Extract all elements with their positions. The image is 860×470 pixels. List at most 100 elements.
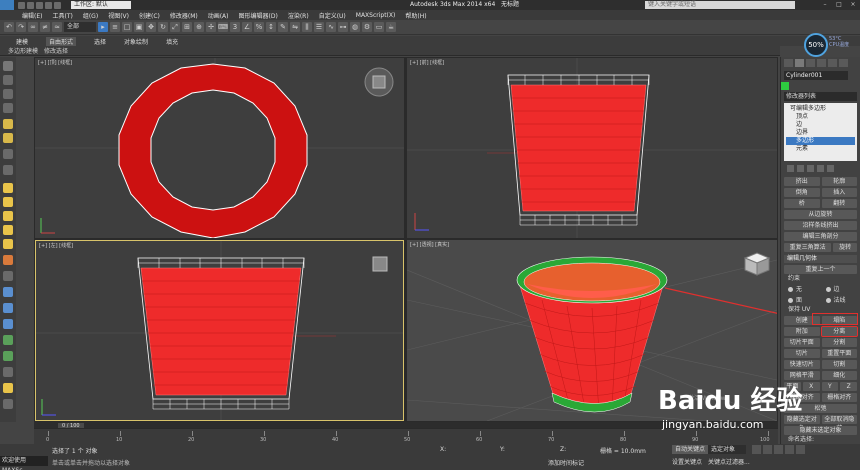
modifier-icon[interactable]: [3, 303, 13, 313]
selection-set-dropdown[interactable]: 选定对象: [708, 445, 746, 454]
configure-modifier-icon[interactable]: [827, 165, 834, 172]
extrude-along-spline-button[interactable]: 沿样条线挤出: [784, 221, 857, 230]
menu-group[interactable]: 组(G): [83, 11, 98, 20]
menu-rendering[interactable]: 渲染(R): [288, 11, 309, 20]
maximize-icon[interactable]: □: [832, 0, 846, 10]
constraint-edge-radio[interactable]: 边: [822, 285, 858, 294]
stack-item-editable-poly[interactable]: 可编辑多边形: [786, 105, 855, 113]
repeat-last-button[interactable]: 重复上一个: [784, 265, 857, 274]
manipulate-icon[interactable]: ✢: [206, 22, 216, 32]
helper-icon[interactable]: [3, 165, 13, 175]
detach-button[interactable]: 分离: [820, 326, 858, 337]
curve-editor-icon[interactable]: ∿: [326, 22, 336, 32]
retriangulate-button[interactable]: 重复三角算法: [784, 243, 832, 252]
slice-plane-button[interactable]: 切片平面: [784, 338, 820, 347]
quickslice-button[interactable]: 快速切片: [784, 360, 820, 369]
menu-help[interactable]: 帮助(H): [405, 11, 426, 20]
reset-plane-button[interactable]: 重置平面: [821, 349, 857, 358]
slice-button[interactable]: 切片: [784, 349, 820, 358]
redo-icon[interactable]: ↷: [16, 22, 26, 32]
list-icon[interactable]: [3, 75, 13, 85]
key-filters-button[interactable]: 关键点过滤器...: [708, 457, 750, 466]
menu-modifiers[interactable]: 修改器(M): [170, 11, 198, 20]
constraint-normal-radio[interactable]: 法线: [822, 296, 858, 305]
panel-modify-selection[interactable]: 修改选择: [44, 46, 68, 55]
hinge-from-edge-button[interactable]: 从边旋转: [784, 210, 857, 219]
snap-icon[interactable]: 3: [230, 22, 240, 32]
render-setup-icon[interactable]: ⚙: [362, 22, 372, 32]
panel-poly-modeling[interactable]: 多边形建模: [8, 46, 38, 55]
rect-selection-icon[interactable]: □: [122, 22, 132, 32]
light-icon[interactable]: [3, 119, 13, 129]
extrude-button[interactable]: 挤出: [784, 177, 820, 186]
search-input[interactable]: 键入关键字或短语: [645, 1, 795, 9]
show-end-result-icon[interactable]: [797, 165, 804, 172]
viewport-label[interactable]: [+] [左] [线框]: [39, 242, 73, 249]
tab-freeform[interactable]: 自由形式: [46, 36, 77, 46]
render-frame-icon[interactable]: ▭: [374, 22, 384, 32]
named-selection-icon[interactable]: ✎: [278, 22, 288, 32]
menu-animation[interactable]: 动画(A): [208, 11, 229, 20]
box-icon[interactable]: [3, 183, 13, 193]
redo-icon[interactable]: [54, 1, 61, 9]
pin-stack-icon[interactable]: [787, 165, 794, 172]
torus-icon[interactable]: [3, 239, 13, 249]
spline-icon[interactable]: [3, 271, 13, 281]
menu-graph-editors[interactable]: 图形编辑器(D): [239, 11, 278, 20]
motion-tab-icon[interactable]: [817, 59, 826, 67]
open-icon[interactable]: [27, 1, 34, 9]
edit-triangulation-button[interactable]: 编辑三角剖分: [784, 232, 857, 241]
play-icon[interactable]: [774, 445, 783, 454]
utility-icon[interactable]: [3, 367, 13, 377]
tab-selection[interactable]: 选择: [94, 37, 106, 46]
create-tab-icon[interactable]: [784, 59, 793, 67]
stack-item-border[interactable]: 边界: [786, 129, 855, 137]
turn-button[interactable]: 旋转: [833, 243, 857, 252]
mirror-icon[interactable]: ⇋: [290, 22, 300, 32]
tessellate-button[interactable]: 细化: [821, 371, 857, 380]
object-color-swatch[interactable]: [781, 82, 789, 90]
material-editor-icon[interactable]: ◍: [350, 22, 360, 32]
hide-unselected-button[interactable]: 隐藏未选定对象: [784, 426, 857, 435]
layer-explorer-icon[interactable]: [3, 89, 13, 99]
workspace-dropdown[interactable]: 工作区: 默认: [71, 1, 131, 9]
sun-icon[interactable]: [3, 133, 13, 143]
remove-modifier-icon[interactable]: [817, 165, 824, 172]
paint-icon[interactable]: [3, 319, 13, 329]
viewport-front[interactable]: [+] [前] [线框]: [407, 58, 777, 238]
meshsmooth-button[interactable]: 网格平滑: [784, 371, 820, 380]
menu-views[interactable]: 视图(V): [108, 11, 129, 20]
app-menu-button[interactable]: [0, 0, 14, 10]
schematic-icon[interactable]: ⊶: [338, 22, 348, 32]
render-icon[interactable]: ☕: [386, 22, 396, 32]
scene-explorer-icon[interactable]: [3, 399, 13, 409]
spinner-snap-icon[interactable]: ↕: [266, 22, 276, 32]
utilities-tab-icon[interactable]: [839, 59, 848, 67]
z-button[interactable]: Z: [840, 382, 857, 391]
unhide-all-button[interactable]: 全部取消隐藏: [821, 415, 857, 432]
modify-tab-icon[interactable]: [795, 59, 804, 67]
object-name-field[interactable]: Cylinder001: [784, 71, 848, 80]
ref-coord-icon[interactable]: ⊞: [182, 22, 192, 32]
tab-object-paint[interactable]: 对象绘制: [124, 37, 148, 46]
menu-maxscript[interactable]: MAXScript(X): [356, 12, 396, 19]
next-frame-icon[interactable]: [785, 445, 794, 454]
stack-item-vertex[interactable]: 顶点: [786, 113, 855, 121]
new-icon[interactable]: [18, 1, 25, 9]
viewport-label[interactable]: [+] [透视] [真实]: [410, 241, 449, 248]
move-icon[interactable]: ✥: [146, 22, 156, 32]
shape-icon[interactable]: [3, 287, 13, 297]
viewport-top[interactable]: [+] [顶] [线框]: [35, 58, 404, 238]
display-icon[interactable]: [3, 383, 13, 393]
cut-button[interactable]: 切割: [821, 360, 857, 369]
tab-populate[interactable]: 填充: [166, 37, 178, 46]
tab-modeling[interactable]: 建模: [16, 37, 28, 46]
undo-icon[interactable]: ↶: [4, 22, 14, 32]
viewport-label[interactable]: [+] [顶] [线框]: [38, 59, 72, 66]
stack-item-polygon[interactable]: 多边形: [786, 137, 855, 145]
viewport-left[interactable]: [+] [左] [线框]: [35, 240, 404, 421]
set-key-button[interactable]: 设置关键点: [672, 457, 702, 466]
rollup-header[interactable]: 编辑几何体: [784, 255, 857, 263]
angle-snap-icon[interactable]: ∠: [242, 22, 252, 32]
save-icon[interactable]: [36, 1, 43, 9]
